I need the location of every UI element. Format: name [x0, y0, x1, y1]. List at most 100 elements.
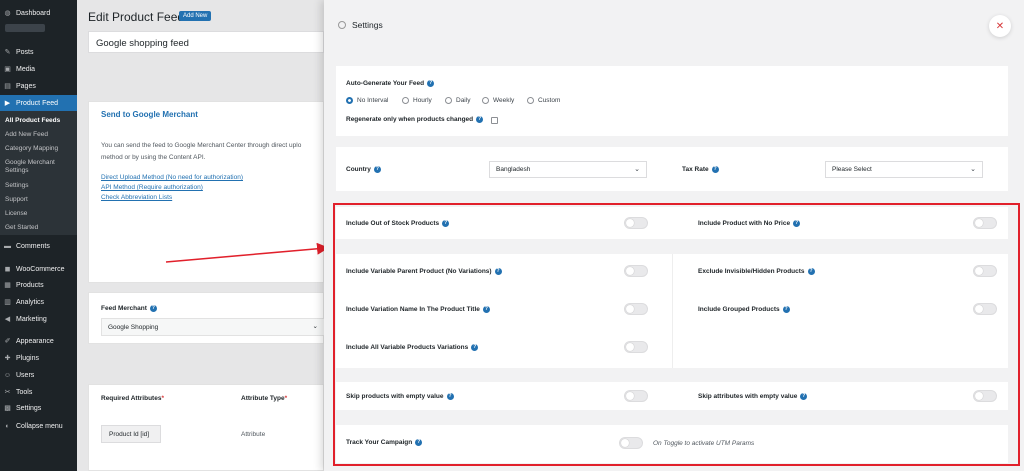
tax-rate-select[interactable]: Please Select ⌄: [825, 161, 983, 178]
regenerate-checkbox[interactable]: [491, 117, 498, 124]
help-icon: ?: [427, 80, 435, 87]
radio-dot: [402, 97, 409, 104]
attribute-tag[interactable]: Product Id [id]: [101, 425, 161, 443]
marketing-icon: ◀: [4, 316, 11, 323]
tax-rate-label: Tax Rate?: [682, 166, 719, 174]
users-icon: ☺: [3, 371, 12, 379]
analytics-icon: ▥: [4, 299, 11, 306]
sidebar-item-label: Appearance: [16, 337, 54, 345]
sidebar-item-label: Media: [16, 65, 36, 73]
sidebar-item-analytics[interactable]: ▥ Analytics: [0, 295, 77, 309]
country-tax-section: Country? Bangladesh ⌄ Tax Rate? Please Se…: [336, 147, 1008, 191]
pin-icon: ✎: [4, 49, 11, 56]
radio-dot: [527, 97, 534, 104]
sidebar-item-label: Dashboard: [16, 9, 51, 17]
plugins-icon: ✚: [4, 355, 11, 362]
sidebar-item-label: Users: [16, 371, 35, 379]
help-icon: ?: [711, 166, 719, 173]
sidebar-item-collapse[interactable]: ◐ Collapse menu: [0, 419, 77, 433]
sidebar-item-label: Comments: [16, 242, 50, 250]
sidebar-item-woocommerce[interactable]: ◼ WooCommerce: [0, 262, 77, 276]
submenu-support[interactable]: Support: [0, 196, 77, 204]
sidebar-item-settings[interactable]: ▩ Settings: [0, 401, 77, 415]
sidebar-item-appearance[interactable]: ✐ Appearance: [0, 334, 77, 348]
submenu-google-merchant-settings[interactable]: Google Merchant Settings: [0, 159, 60, 175]
radio-hourly[interactable]: Hourly: [402, 97, 432, 104]
submenu-all-feeds[interactable]: All Product Feeds: [0, 117, 77, 125]
pages-icon: ▤: [4, 83, 11, 90]
api-method-link[interactable]: API Method (Require authorization): [101, 184, 203, 191]
gear-icon: [338, 21, 346, 29]
sidebar-item-label: WooCommerce: [16, 265, 65, 273]
sidebar-item-users[interactable]: ☺ Users: [0, 368, 77, 382]
highlight-box: [333, 203, 1020, 466]
sidebar-item-plugins[interactable]: ✚ Plugins: [0, 351, 77, 365]
sidebar-item-label: Pages: [16, 82, 36, 90]
close-button[interactable]: ✕: [989, 15, 1011, 37]
feed-merchant-select[interactable]: Google Shopping ⌄: [101, 318, 325, 336]
radio-weekly[interactable]: Weekly: [482, 97, 514, 104]
radio-dot: [445, 97, 452, 104]
country-label: Country?: [346, 166, 381, 174]
feed-merchant-label: Feed Merchant?: [101, 305, 157, 313]
merchant-card-title: Send to Google Merchant: [101, 110, 198, 119]
woocommerce-icon: ◼: [4, 266, 11, 273]
submenu-add-new-feed[interactable]: Add New Feed: [0, 131, 77, 139]
submenu-license[interactable]: License: [0, 210, 77, 218]
auto-generate-section: Auto-Generate Your Feed? No Interval Hou…: [336, 66, 1008, 136]
appearance-icon: ✐: [4, 338, 11, 345]
collapse-icon: ◐: [5, 422, 10, 430]
help-icon: ?: [476, 116, 484, 123]
admin-sidebar: ◍ Dashboard ✎ Posts ▣ Media ▤ Pages ▶ Product…: [0, 0, 77, 471]
abbreviation-list-link[interactable]: Check Abbreviation Lists: [101, 194, 172, 201]
redacted-item: [5, 24, 45, 32]
help-icon: ?: [373, 166, 381, 173]
settings-header: Settings ✕: [324, 0, 1024, 50]
sidebar-item-label: Marketing: [16, 315, 47, 323]
regenerate-label: Regenerate only when products changed?: [346, 116, 484, 124]
country-select[interactable]: Bangladesh ⌄: [489, 161, 647, 178]
sidebar-item-label: Product Feed: [16, 99, 59, 107]
sidebar-item-dashboard[interactable]: ◍ Dashboard: [0, 6, 77, 20]
tools-icon: ✂: [4, 389, 11, 396]
radio-custom[interactable]: Custom: [527, 97, 560, 104]
chevron-down-icon: ⌄: [312, 323, 318, 330]
radio-dot: [482, 97, 489, 104]
settings-title: Settings: [352, 20, 383, 30]
feed-name-input[interactable]: Google shopping feed: [88, 31, 324, 53]
sidebar-item-tools[interactable]: ✂ Tools: [0, 385, 77, 399]
submenu-settings[interactable]: Settings: [0, 182, 77, 190]
products-icon: ▦: [4, 282, 11, 289]
radio-no-interval[interactable]: No Interval: [346, 97, 388, 104]
sidebar-item-pages[interactable]: ▤ Pages: [0, 79, 77, 93]
feed-merchant-card: Feed Merchant? Google Shopping ⌄: [88, 292, 325, 344]
sidebar-item-product-feed[interactable]: ▶ Product Feed: [0, 95, 77, 111]
help-icon: ?: [149, 305, 157, 312]
sidebar-item-label: Analytics: [16, 298, 45, 306]
sidebar-item-label: Plugins: [16, 354, 39, 362]
sidebar-item-products[interactable]: ▦ Products: [0, 278, 77, 292]
page-title: Edit Product Feed: [88, 10, 185, 24]
dashboard-icon: ◍: [4, 10, 11, 17]
radio-dot: [346, 97, 353, 104]
radio-daily[interactable]: Daily: [445, 97, 470, 104]
comments-icon: ▬: [4, 242, 11, 250]
sidebar-item-label: Posts: [16, 48, 34, 56]
sidebar-item-media[interactable]: ▣ Media: [0, 62, 77, 76]
attribute-type-value: Attribute: [241, 431, 266, 438]
sidebar-item-label: Settings: [16, 404, 42, 412]
sidebar-item-label: Collapse menu: [16, 422, 63, 430]
sidebar-item-label: Products: [16, 281, 44, 289]
sidebar-item-marketing[interactable]: ◀ Marketing: [0, 312, 77, 326]
sidebar-item-label: Tools: [16, 388, 33, 396]
add-new-button[interactable]: Add New: [179, 11, 212, 21]
sidebar-item-posts[interactable]: ✎ Posts: [0, 45, 77, 59]
chevron-down-icon: ⌄: [634, 166, 640, 173]
sidebar-item-comments[interactable]: ▬ Comments: [0, 239, 77, 253]
direct-upload-link[interactable]: Direct Upload Method (No need for author…: [101, 174, 243, 181]
attribute-type-header: Attribute Type*: [241, 395, 288, 402]
submenu-category-mapping[interactable]: Category Mapping: [0, 145, 77, 153]
merchant-card-text: method or by using the Content API.: [101, 154, 206, 161]
settings-icon: ▩: [4, 405, 11, 412]
submenu-get-started[interactable]: Get Started: [0, 224, 77, 232]
